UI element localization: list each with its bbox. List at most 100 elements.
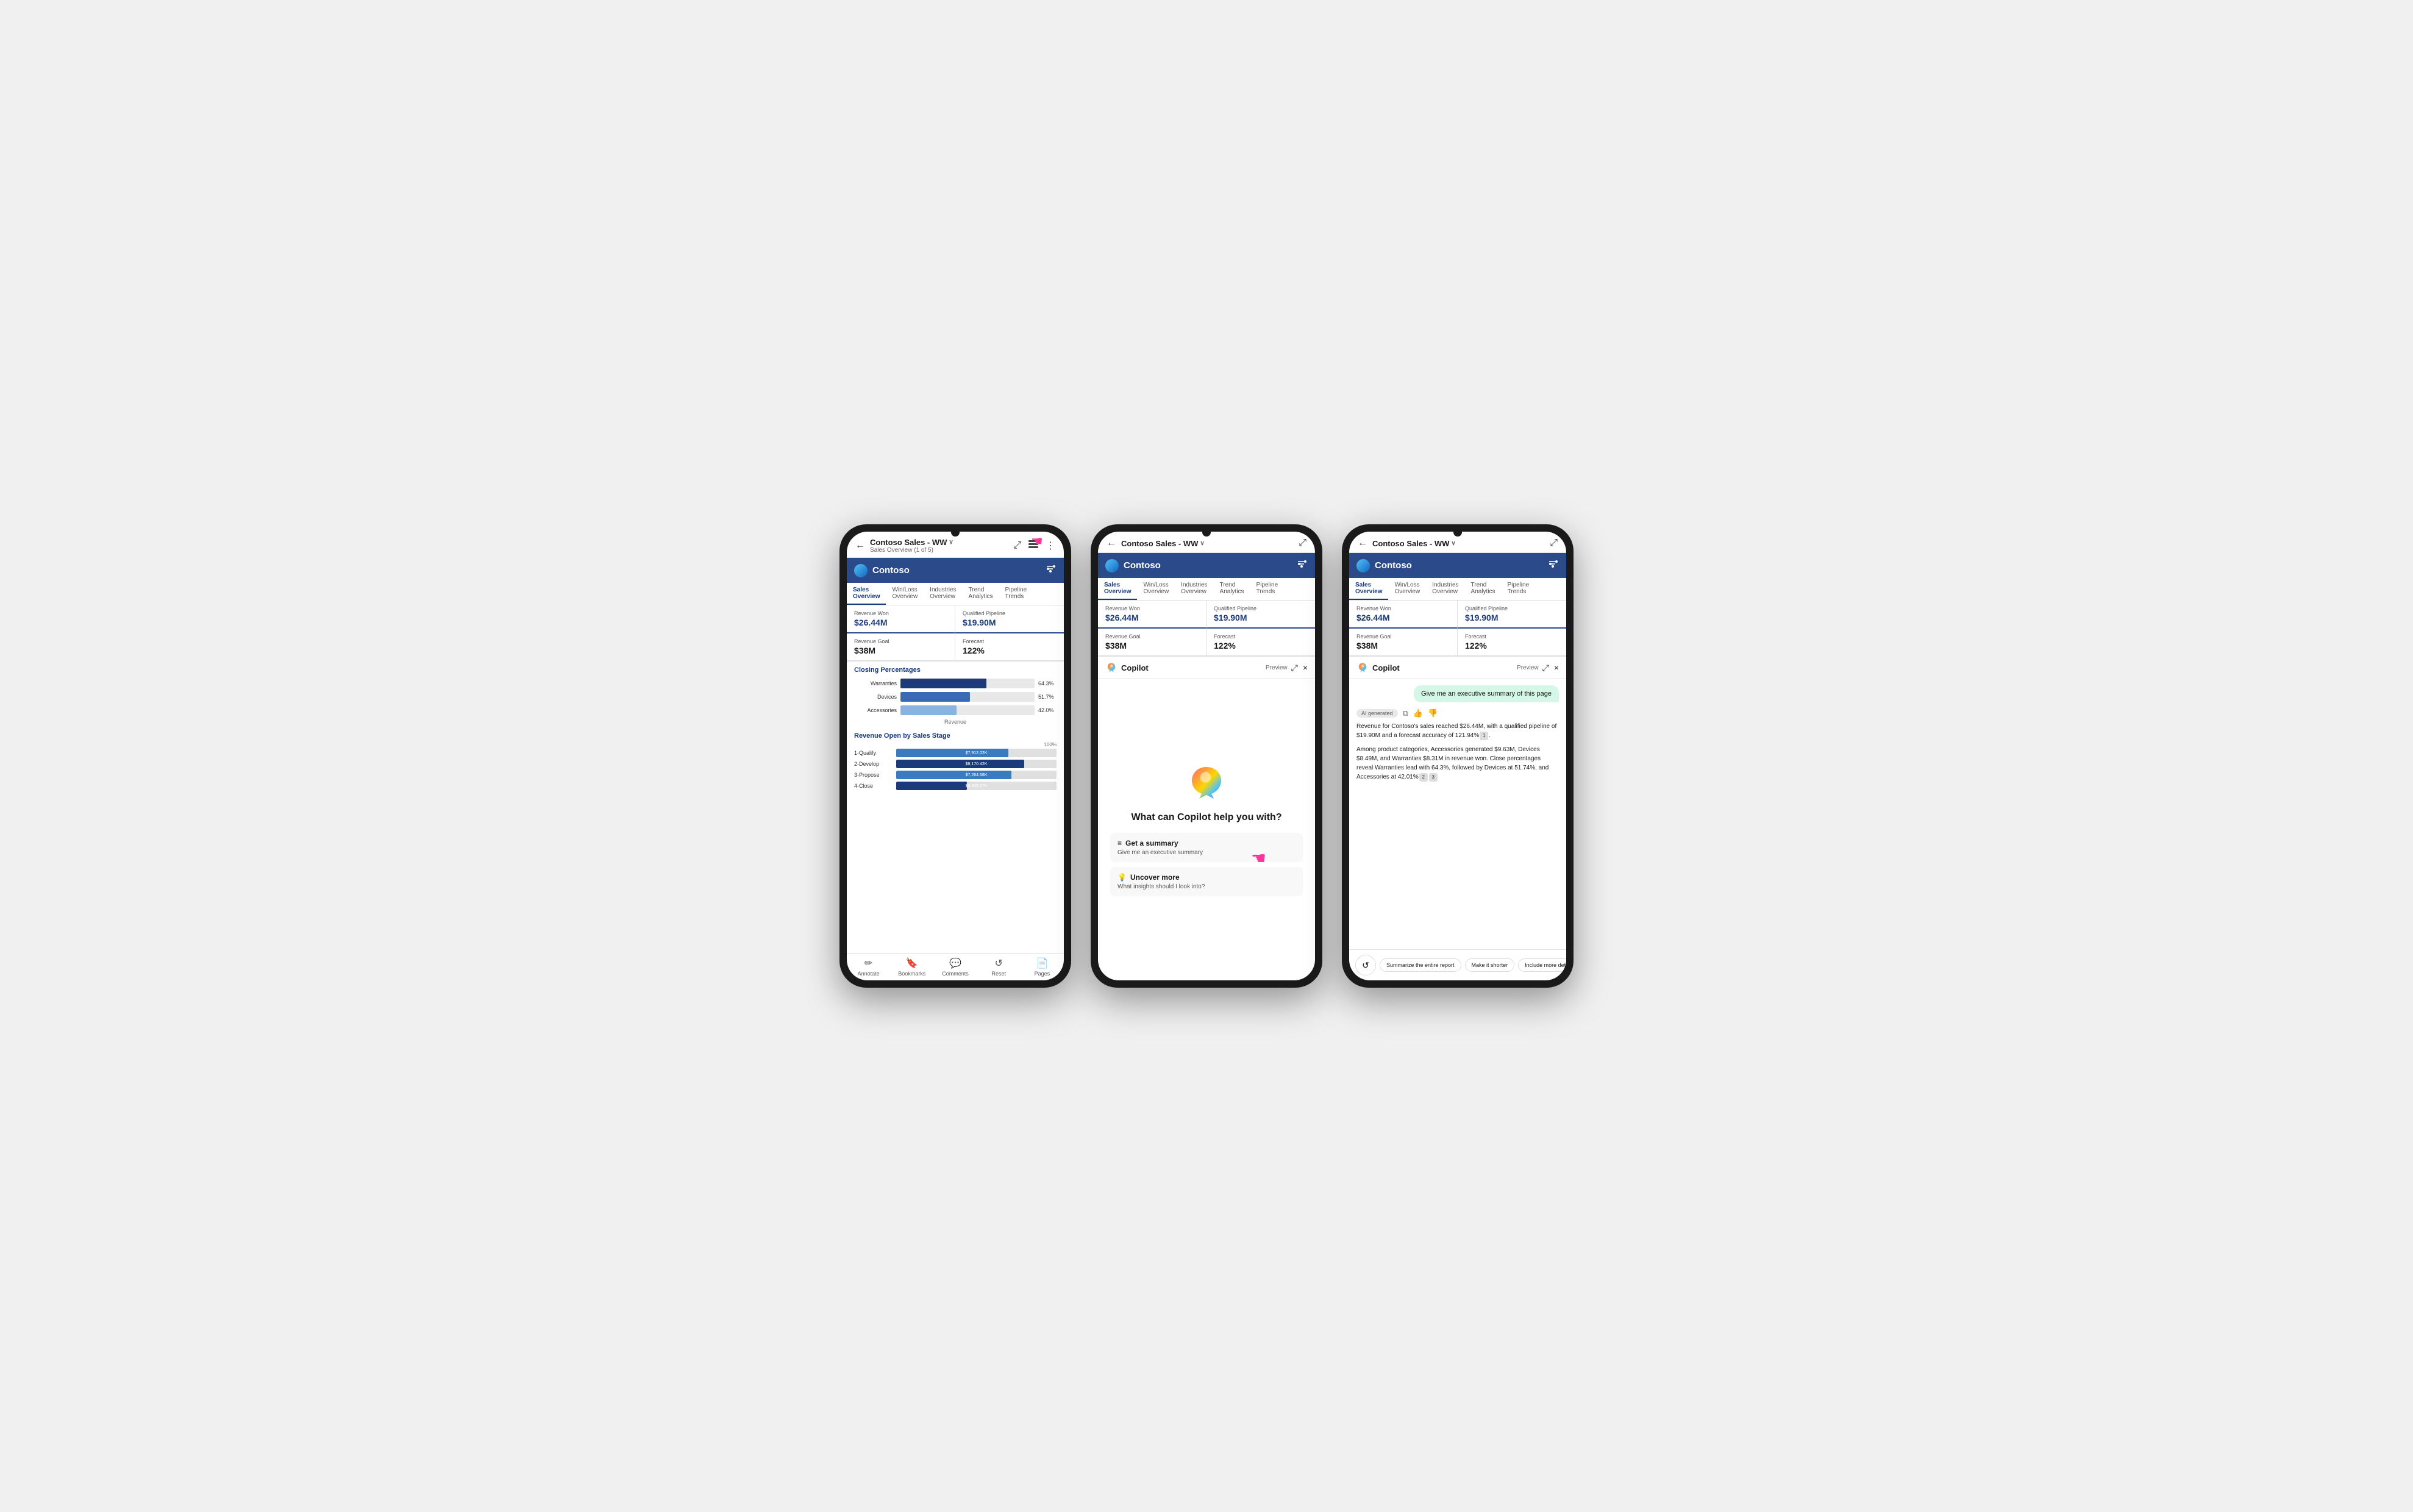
suggestion-title-1: ≡ Get a summary [1117, 839, 1296, 847]
expand-icon[interactable]: ⤢ [1013, 540, 1021, 551]
copilot-logo-icon-2 [1105, 661, 1117, 674]
filter-icon-3[interactable] [1547, 558, 1559, 573]
stat-qualified-2: Qualified Pipeline $19.90M [1206, 601, 1315, 629]
bar-row-accessories: Accessories 42.0% [854, 705, 1057, 715]
refresh-button-3[interactable]: ↺ [1355, 955, 1376, 975]
tab-trend-3[interactable]: TrendAnalytics [1465, 578, 1502, 600]
bar-row-warranties: Warranties 64.3% [854, 679, 1057, 688]
stat-value: $19.90M [963, 618, 1057, 627]
bar-chart-1: Warranties 64.3% Devices 51.7% [847, 676, 1064, 730]
stage-row-close: 4-Close $4,465.27K [854, 782, 1057, 790]
nav-reset[interactable]: ↺ Reset [977, 957, 1021, 977]
summary-icon: ≡ [1117, 839, 1122, 847]
cursor-hand-icon-2: ☚ [1251, 848, 1266, 868]
thumbs-up-icon[interactable]: 👍 [1413, 708, 1423, 718]
stage-bar-close: $4,465.27K [896, 782, 967, 790]
footnote-3: 3 [1429, 773, 1438, 782]
stage-label: 2-Develop [854, 761, 894, 767]
title-chevron[interactable]: ∨ [949, 539, 953, 546]
pages-icon: 📄 [1036, 957, 1048, 969]
bar-label: Devices [854, 694, 897, 700]
phone-2-screen: ← Contoso Sales - WW ∨ ⤢ Contoso [1098, 532, 1315, 980]
nav-annotate[interactable]: ✏ Annotate [847, 957, 890, 977]
back-button-3[interactable]: ← [1358, 538, 1367, 549]
tab-pipeline-2[interactable]: PipelineTrends [1250, 578, 1285, 600]
tab-industries-3[interactable]: IndustriesOverview [1426, 578, 1464, 600]
tab-winloss-2[interactable]: Win/LossOverview [1137, 578, 1175, 600]
make-shorter-button[interactable]: Make it shorter [1465, 958, 1515, 972]
bar-fill-accessories [900, 705, 957, 715]
main-title-3: Contoso Sales - WW ∨ [1372, 539, 1545, 548]
copilot-expand-icon-3[interactable]: ⤢ [1542, 663, 1549, 673]
nav-label: Bookmarks [898, 971, 925, 977]
contoso-name-1: Contoso [872, 565, 1039, 576]
title-chevron-3[interactable]: ∨ [1451, 540, 1455, 547]
contoso-band-2: Contoso [1098, 553, 1315, 578]
stage-bar-track: $4,465.27K [896, 782, 1057, 790]
copilot-close-icon-2[interactable]: × [1303, 663, 1308, 673]
tab-sales-overview-1[interactable]: SalesOverview [847, 583, 886, 605]
suggestion-uncover-more[interactable]: 💡 Uncover more What insights should I lo… [1110, 867, 1303, 896]
preview-badge-3: Preview [1517, 665, 1539, 671]
tab-pipeline-1[interactable]: PipelineTrends [999, 583, 1033, 605]
bar-pct: 51.7% [1038, 694, 1057, 700]
tab-trend-1[interactable]: TrendAnalytics [963, 583, 999, 605]
expand-icon-3[interactable]: ⤢ [1550, 538, 1558, 549]
filter-icon-1[interactable] [1044, 563, 1057, 578]
stage-bar-track: $7,264.68K [896, 771, 1057, 779]
nav-pages[interactable]: 📄 Pages [1021, 957, 1064, 977]
copilot-expand-icon-2[interactable]: ⤢ [1291, 663, 1298, 673]
nav-tabs-2: SalesOverview Win/LossOverview Industrie… [1098, 578, 1315, 601]
nav-comments[interactable]: 💬 Comments [933, 957, 977, 977]
phone-1-screen: ← Contoso Sales - WW ∨ Sales Overview (1… [847, 532, 1064, 980]
phone-1-notch [951, 528, 960, 537]
phone-2: ← Contoso Sales - WW ∨ ⤢ Contoso [1091, 524, 1322, 988]
phone-1: ← Contoso Sales - WW ∨ Sales Overview (1… [839, 524, 1071, 988]
refresh-icon: ↺ [1362, 960, 1369, 971]
main-title-2: Contoso Sales - WW ∨ [1121, 539, 1294, 548]
phone-1-content: ← Contoso Sales - WW ∨ Sales Overview (1… [847, 532, 1064, 980]
include-more-button[interactable]: Include more details [1518, 958, 1566, 972]
suggestion-get-summary[interactable]: ≡ Get a summary Give me an executive sum… [1110, 833, 1303, 862]
more-icon[interactable]: ⋮ [1046, 540, 1055, 552]
phone-3: ← Contoso Sales - WW ∨ ⤢ Contoso [1342, 524, 1574, 988]
subtitle-text: Sales Overview (1 of 5) [870, 547, 1008, 554]
phone-3-notch [1453, 528, 1462, 537]
expand-icon-2[interactable]: ⤢ [1299, 538, 1306, 549]
tab-industries-2[interactable]: IndustriesOverview [1175, 578, 1213, 600]
copilot-question-2: What can Copilot help you with? [1131, 812, 1281, 823]
footnote-1: 1 [1480, 732, 1488, 740]
filter-icon-2[interactable] [1296, 558, 1308, 573]
copilot-panel-3: Copilot Preview ⤢ × Give me an executive… [1349, 657, 1566, 980]
back-button[interactable]: ← [855, 540, 865, 551]
stage-label: 1-Qualify [854, 750, 894, 756]
stat-qualified-3: Qualified Pipeline $19.90M [1458, 601, 1566, 629]
stage-bar-track: $8,170.42K [896, 760, 1057, 768]
tab-sales-3[interactable]: SalesOverview [1349, 578, 1388, 600]
copilot-close-icon-3[interactable]: × [1554, 663, 1559, 673]
bar-track [900, 692, 1035, 702]
tab-winloss-3[interactable]: Win/LossOverview [1388, 578, 1426, 600]
summarize-report-button[interactable]: Summarize the entire report [1380, 958, 1461, 972]
layers-icon[interactable]: ☚ [1027, 540, 1039, 552]
tab-pipeline-3[interactable]: PipelineTrends [1502, 578, 1536, 600]
tab-trend-2[interactable]: TrendAnalytics [1214, 578, 1250, 600]
thumbs-down-icon[interactable]: 👎 [1428, 708, 1438, 718]
chat-area-3: Give me an executive summary of this pag… [1349, 679, 1566, 949]
copilot-header-3: Copilot Preview ⤢ × [1349, 657, 1566, 679]
title-chevron-2[interactable]: ∨ [1200, 540, 1204, 547]
stage-label: 3-Propose [854, 772, 894, 778]
tab-industries-1[interactable]: IndustriesOverview [924, 583, 962, 605]
tab-winloss-1[interactable]: Win/LossOverview [886, 583, 924, 605]
tab-sales-2[interactable]: SalesOverview [1098, 578, 1137, 600]
revenue-section-1: Revenue Open by Sales Stage 100% 1-Quali… [847, 730, 1064, 795]
copilot-icons-3: ⤢ × [1542, 663, 1559, 673]
topbar-icons-3: ⤢ [1550, 538, 1558, 549]
suggestion-title-2: 💡 Uncover more [1117, 873, 1296, 882]
uncover-icon: 💡 [1117, 873, 1127, 882]
nav-bookmarks[interactable]: 🔖 Bookmarks [890, 957, 933, 977]
ai-meta-icons: ⧉ 👍 👎 [1403, 708, 1438, 718]
ai-response-p2: Among product categories, Accessories ge… [1356, 745, 1559, 782]
copy-icon[interactable]: ⧉ [1403, 708, 1408, 718]
back-button-2[interactable]: ← [1107, 538, 1116, 549]
